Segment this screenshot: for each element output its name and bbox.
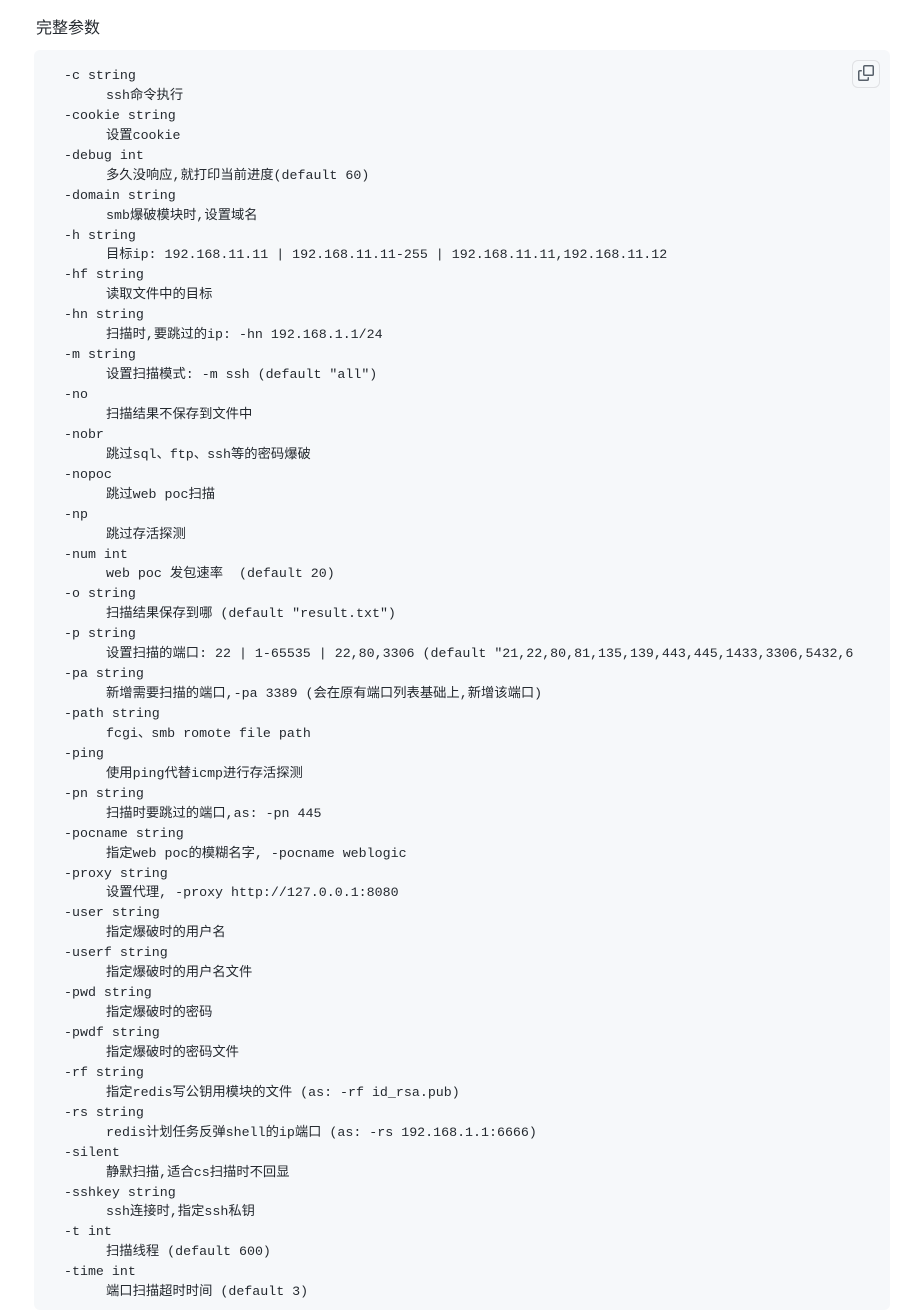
param-flag: -domain string: [64, 186, 874, 206]
param-description: ssh命令执行: [106, 86, 874, 106]
param-description: 端口扫描超时时间 (default 3): [106, 1282, 874, 1302]
param-flag: -pn string: [64, 784, 874, 804]
code-content: -c stringssh命令执行-cookie string设置cookie-d…: [50, 66, 874, 1302]
param-flag: -time int: [64, 1262, 874, 1282]
param-description: 静默扫描,适合cs扫描时不回显: [106, 1163, 874, 1183]
param-flag: -nopoc: [64, 465, 874, 485]
param-description: 设置cookie: [106, 126, 874, 146]
param-description: 扫描时要跳过的端口,as: -pn 445: [106, 804, 874, 824]
param-description: 指定爆破时的用户名: [106, 923, 874, 943]
param-description: fcgi、smb romote file path: [106, 724, 874, 744]
copy-icon: [858, 65, 874, 84]
param-description: 设置代理, -proxy http://127.0.0.1:8080: [106, 883, 874, 903]
param-description: 扫描时,要跳过的ip: -hn 192.168.1.1/24: [106, 325, 874, 345]
param-description: 目标ip: 192.168.11.11 | 192.168.11.11-255 …: [106, 245, 874, 265]
param-description: 跳过web poc扫描: [106, 485, 874, 505]
param-description: 设置扫描的端口: 22 | 1-65535 | 22,80,3306 (defa…: [106, 644, 874, 664]
param-description: 使用ping代替icmp进行存活探测: [106, 764, 874, 784]
param-description: web poc 发包速率 (default 20): [106, 564, 874, 584]
param-description: smb爆破模块时,设置域名: [106, 206, 874, 226]
param-flag: -proxy string: [64, 864, 874, 884]
param-description: ssh连接时,指定ssh私钥: [106, 1202, 874, 1222]
param-flag: -o string: [64, 584, 874, 604]
param-flag: -rs string: [64, 1103, 874, 1123]
param-flag: -debug int: [64, 146, 874, 166]
param-description: 读取文件中的目标: [106, 285, 874, 305]
param-flag: -no: [64, 385, 874, 405]
param-description: 指定web poc的模糊名字, -pocname weblogic: [106, 844, 874, 864]
param-flag: -pa string: [64, 664, 874, 684]
param-description: redis计划任务反弹shell的ip端口 (as: -rs 192.168.1…: [106, 1123, 874, 1143]
section-heading: 完整参数: [36, 14, 910, 38]
param-flag: -pwd string: [64, 983, 874, 1003]
param-description: 跳过存活探测: [106, 525, 874, 545]
param-flag: -num int: [64, 545, 874, 565]
param-description: 指定爆破时的密码文件: [106, 1043, 874, 1063]
copy-button[interactable]: [852, 60, 880, 88]
param-flag: -rf string: [64, 1063, 874, 1083]
param-flag: -silent: [64, 1143, 874, 1163]
param-description: 多久没响应,就打印当前进度(default 60): [106, 166, 874, 186]
param-description: 设置扫描模式: -m ssh (default "all"): [106, 365, 874, 385]
param-description: 指定redis写公钥用模块的文件 (as: -rf id_rsa.pub): [106, 1083, 874, 1103]
param-flag: -pocname string: [64, 824, 874, 844]
param-description: 跳过sql、ftp、ssh等的密码爆破: [106, 445, 874, 465]
param-flag: -user string: [64, 903, 874, 923]
param-flag: -hn string: [64, 305, 874, 325]
param-flag: -h string: [64, 226, 874, 246]
param-description: 扫描结果不保存到文件中: [106, 405, 874, 425]
param-flag: -np: [64, 505, 874, 525]
param-flag: -nobr: [64, 425, 874, 445]
param-flag: -cookie string: [64, 106, 874, 126]
param-flag: -p string: [64, 624, 874, 644]
param-flag: -t int: [64, 1222, 874, 1242]
param-flag: -pwdf string: [64, 1023, 874, 1043]
param-flag: -c string: [64, 66, 874, 86]
param-flag: -userf string: [64, 943, 874, 963]
param-description: 指定爆破时的用户名文件: [106, 963, 874, 983]
param-flag: -sshkey string: [64, 1183, 874, 1203]
code-block: -c stringssh命令执行-cookie string设置cookie-d…: [34, 50, 890, 1310]
param-description: 扫描结果保存到哪 (default "result.txt"): [106, 604, 874, 624]
param-flag: -m string: [64, 345, 874, 365]
param-flag: -hf string: [64, 265, 874, 285]
param-flag: -ping: [64, 744, 874, 764]
param-description: 指定爆破时的密码: [106, 1003, 874, 1023]
param-flag: -path string: [64, 704, 874, 724]
param-description: 扫描线程 (default 600): [106, 1242, 874, 1262]
param-description: 新增需要扫描的端口,-pa 3389 (会在原有端口列表基础上,新增该端口): [106, 684, 874, 704]
